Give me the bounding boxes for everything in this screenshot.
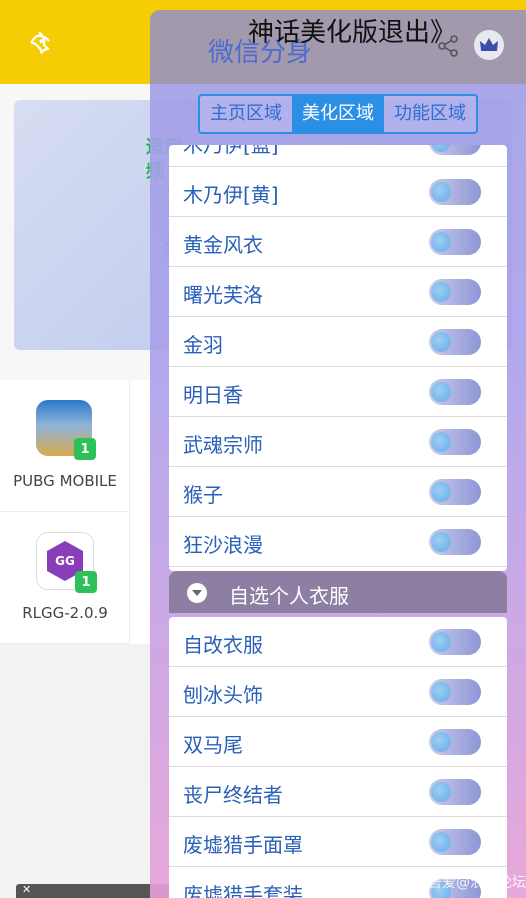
crown-avatar-icon[interactable]: [474, 30, 504, 60]
overlay-title[interactable]: 神话美化版退出》: [248, 12, 456, 49]
toggle-switch[interactable]: [429, 229, 481, 255]
app-label: PUBG MOBILE: [13, 472, 117, 490]
tab-home[interactable]: 主页区域: [200, 96, 292, 132]
list-item: 自改衣服: [169, 617, 507, 667]
skin-list[interactable]: 木乃伊[蓝] 木乃伊[黄] 黄金风衣 曙光芙洛 金羽 明日香 武魂宗师 猴子 狂…: [169, 145, 507, 571]
toggle-switch[interactable]: [429, 679, 481, 705]
toggle-switch[interactable]: [429, 379, 481, 405]
list-item: 武魂宗师: [169, 417, 507, 467]
toggle-switch[interactable]: [429, 629, 481, 655]
app-tile-rlgg[interactable]: GG 1 RLGG-2.0.9: [0, 512, 130, 644]
list-item: 明日香: [169, 367, 507, 417]
pubg-icon: 1: [36, 400, 96, 460]
item-label: 木乃伊[蓝]: [183, 145, 279, 157]
toggle-switch[interactable]: [429, 329, 481, 355]
item-label: 明日香: [183, 383, 243, 407]
toggle-switch[interactable]: [429, 179, 481, 205]
item-label: 曙光芙洛: [183, 283, 263, 307]
list-item: 金羽: [169, 317, 507, 367]
list-item: 黄金风衣: [169, 217, 507, 267]
list-item: 木乃伊[蓝]: [169, 145, 507, 167]
watermark: 吾爱@浪迹论坛: [428, 875, 526, 891]
item-label: 刨冰头饰: [183, 683, 263, 707]
list-item: 双马尾: [169, 717, 507, 767]
update-badge: 1: [74, 438, 96, 460]
item-label: 木乃伊[黄]: [183, 183, 279, 207]
close-icon[interactable]: ✕: [22, 883, 31, 896]
toggle-switch[interactable]: [429, 145, 481, 155]
item-label: 废墟猎手面罩: [183, 833, 303, 857]
app-tile-pubg[interactable]: 1 PUBG MOBILE: [0, 380, 130, 512]
toggle-switch[interactable]: [429, 529, 481, 555]
tab-functions[interactable]: 功能区域: [384, 96, 476, 132]
list-item: 丧尸终结者: [169, 767, 507, 817]
list-item: 狂沙浪漫: [169, 517, 507, 567]
chevron-down-icon[interactable]: [187, 583, 207, 603]
toggle-switch[interactable]: [429, 429, 481, 455]
item-label: 双马尾: [183, 733, 243, 757]
gg-icon: GG 1: [36, 532, 97, 593]
item-label: 黄金风衣: [183, 233, 263, 257]
section-header-label: 自选个人衣服: [229, 584, 349, 608]
item-label: 猴子: [183, 483, 223, 507]
toggle-switch[interactable]: [429, 729, 481, 755]
toggle-switch[interactable]: [429, 479, 481, 505]
item-label: 武魂宗师: [183, 433, 263, 457]
list-item: 废墟猎手面罩: [169, 817, 507, 867]
custom-clothes-list[interactable]: 自改衣服 刨冰头饰 双马尾 丧尸终结者 废墟猎手面罩 废墟猎手套装: [169, 617, 507, 898]
toggle-switch[interactable]: [429, 779, 481, 805]
share-icon[interactable]: [436, 34, 460, 58]
list-item: 曙光芙洛: [169, 267, 507, 317]
item-label: 狂沙浪漫: [183, 533, 263, 557]
toggle-switch[interactable]: [429, 829, 481, 855]
toggle-switch[interactable]: [429, 279, 481, 305]
section-header-custom-clothes[interactable]: 自选个人衣服: [169, 571, 507, 613]
item-label: 废墟猎手套装: [183, 883, 303, 898]
rocket-icon[interactable]: [24, 30, 54, 60]
item-label: 丧尸终结者: [183, 783, 283, 807]
list-item: 刨冰头饰: [169, 667, 507, 717]
app-label: RLGG-2.0.9: [22, 604, 108, 622]
tab-beautify[interactable]: 美化区域: [292, 96, 384, 132]
list-item: 木乃伊[黄]: [169, 167, 507, 217]
item-label: 金羽: [183, 333, 223, 357]
tab-bar: 主页区域 美化区域 功能区域: [198, 94, 478, 134]
item-label: 自改衣服: [183, 633, 263, 657]
list-item: 猴子: [169, 467, 507, 517]
update-badge: 1: [75, 571, 97, 593]
